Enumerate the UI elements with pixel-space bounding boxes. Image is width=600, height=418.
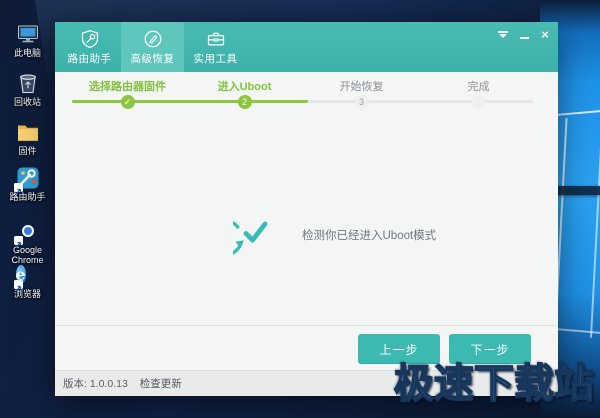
step-label: 选择路由器固件 [89,81,166,93]
desktop-icon-label: 回收站 [13,97,41,107]
tab-bar: 路由助手 高级恢复 实用工具 [58,22,247,72]
this-pc-icon [16,22,40,46]
folder-icon [16,120,40,144]
tab-label: 路由助手 [67,52,112,65]
version-text: 版本: 1.0.0.13 [63,378,128,390]
window-controls: × [496,28,552,41]
content-divider [55,325,558,326]
recovery-brush-icon [144,30,161,47]
chrome-icon [13,219,40,248]
tab-advanced-recovery[interactable]: 高级恢复 [121,22,184,72]
minimize-icon[interactable] [517,28,531,41]
recycle-bin-icon [16,71,40,95]
shortcut-arrow-overlay [13,183,23,195]
router-tool-window: 路由助手 高级恢复 实用工具 × 选择路由器固件 ✓ 进入Uboot 2 开始恢… [55,22,558,396]
desktop-root: 此电脑 回收站 固件 路由助手 Google Chrome e 浏览器 路由助手… [0,0,600,418]
step-select-firmware: 选择路由器固件 ✓ [69,80,186,109]
desktop-icon-label: 路由助手 [9,192,46,202]
step-label: 进入Uboot [217,81,272,93]
step-number-dot: 3 [354,95,369,109]
desktop-icon-recycle-bin[interactable]: 回收站 [2,71,53,107]
logo-pane-edge [589,108,600,338]
step-finish: 完成 [420,80,537,109]
tab-router-assistant[interactable]: 路由助手 [58,22,121,72]
desktop-icon-router-assistant[interactable]: 路由助手 [2,166,53,202]
site-watermark: 极速下载站 [393,361,595,407]
menu-icon[interactable] [496,28,510,41]
step-number-dot [471,95,486,109]
desktop-icon-label: 浏览器 [13,289,41,299]
wizard-steps: 选择路由器固件 ✓ 进入Uboot 2 开始恢复 3 完成 [69,80,537,122]
desktop-icon-browser[interactable]: e 浏览器 [2,263,53,299]
step-enter-uboot: 进入Uboot 2 [186,80,303,109]
toolbox-icon [207,32,224,45]
desktop-icon-google-chrome[interactable]: Google Chrome [2,219,53,265]
desktop-icon-label: Google Chrome [11,245,44,265]
step-number-dot: 2 [237,95,252,109]
step-label: 完成 [467,81,490,93]
check-update-link[interactable]: 检查更新 [140,376,182,391]
logo-pane-edge [554,109,600,117]
status-message: 检测你已经进入Uboot模式 [302,230,437,242]
window-header: 路由助手 高级恢复 实用工具 × [55,22,558,72]
router-assistant-app-icon [13,166,40,195]
logo-pane-edge [554,327,600,335]
close-icon[interactable]: × [538,28,552,41]
shortcut-arrow-overlay [13,280,23,292]
tab-label: 实用工具 [193,52,238,65]
step-start-recovery: 开始恢复 3 [303,80,420,109]
step-progress-fill [72,100,308,103]
shield-wrench-icon [81,29,98,48]
step-progress-track [72,100,533,103]
tab-label: 高级恢复 [130,52,175,65]
desktop-icon-label: 此电脑 [13,48,41,58]
browser-e-icon: e [13,263,40,292]
desktop-icon-this-pc[interactable]: 此电脑 [2,22,53,58]
desktop-icon-firmware-folder[interactable]: 固件 [2,120,53,156]
tab-utilities[interactable]: 实用工具 [184,22,247,72]
desktop-icon-label: 固件 [18,146,37,156]
shortcut-arrow-overlay [13,236,23,248]
uboot-detected-check-icon [205,211,277,257]
desktop-icons: 此电脑 回收站 固件 路由助手 Google Chrome e 浏览器 [0,0,55,418]
step-check-dot: ✓ [120,95,135,109]
step-label: 开始恢复 [339,81,384,93]
